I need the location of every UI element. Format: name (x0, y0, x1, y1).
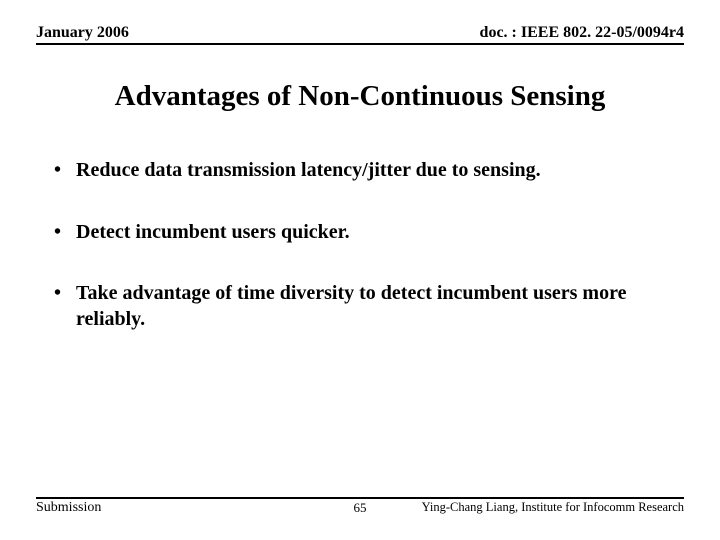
bullet-list: Reduce data transmission latency/jitter … (54, 158, 680, 368)
slide-footer: Submission 65 Ying-Chang Liang, Institut… (36, 497, 684, 516)
bullet-item: Take advantage of time diversity to dete… (54, 281, 680, 332)
slide-title: Advantages of Non-Continuous Sensing (0, 80, 720, 113)
footer-page-number: 65 (354, 500, 367, 516)
footer-author: Ying-Chang Liang, Institute for Infocomm… (422, 500, 684, 515)
header-docid: doc. : IEEE 802. 22-05/0094r4 (480, 24, 684, 42)
footer-left: Submission (36, 500, 101, 516)
bullet-item: Detect incumbent users quicker. (54, 220, 680, 246)
bullet-item: Reduce data transmission latency/jitter … (54, 158, 680, 184)
slide-header: January 2006 doc. : IEEE 802. 22-05/0094… (36, 24, 684, 45)
header-date: January 2006 (36, 24, 129, 42)
